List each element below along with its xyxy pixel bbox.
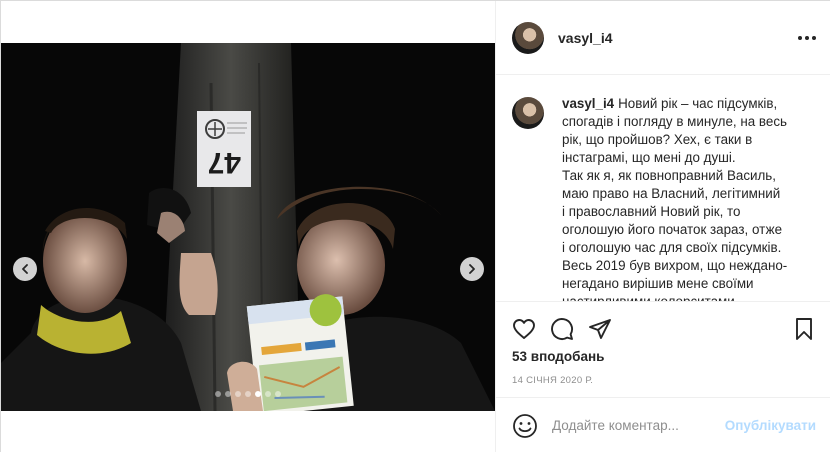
carousel-indicator — [1, 391, 495, 397]
more-options-icon[interactable] — [798, 30, 816, 46]
chevron-left-icon — [22, 264, 28, 274]
instagram-post: 47 vasyl_i4 vasyl_i4 Новий рік – час під… — [0, 0, 830, 452]
smiley-icon — [513, 413, 537, 438]
caption-line: Весь 2019 був вихром, що неждано- — [562, 258, 788, 273]
post-actions — [496, 301, 830, 355]
carousel-prev-button[interactable] — [13, 257, 37, 281]
chevron-right-icon — [469, 264, 475, 274]
author-username[interactable]: vasyl_i4 — [558, 30, 613, 46]
post-media: 47 — [1, 1, 495, 452]
caption-line: маю право на Власний, легітимний — [562, 186, 781, 201]
caption-text: vasyl_i4 Новий рік – час підсумків, спога… — [562, 95, 816, 301]
caption-line: настирливими колорситами — [562, 293, 816, 301]
caption-line: інстаграмі, що мені до душі. — [562, 150, 736, 165]
share-button[interactable] — [588, 317, 612, 341]
comment-button[interactable] — [550, 317, 574, 341]
caption-area[interactable]: vasyl_i4 Новий рік – час підсумків, спога… — [496, 75, 830, 301]
caption-line: спогадів і погляду в минуле, на весь — [562, 114, 787, 129]
caption-line: і православний Новий рік, то — [562, 204, 741, 219]
like-button[interactable] — [512, 317, 536, 341]
post-sidebar: vasyl_i4 vasyl_i4 Новий рік – час підсумк… — [495, 1, 830, 452]
caption-avatar[interactable] — [512, 97, 544, 129]
post-photo[interactable]: 47 — [1, 43, 495, 411]
comment-input[interactable] — [552, 418, 722, 433]
carousel-dot — [235, 391, 241, 397]
paper-plane-icon — [589, 318, 611, 339]
caption-line: і оголошую час для своїх підсумків. — [562, 240, 782, 255]
caption-line: Так як я, як повноправний Василь, — [562, 168, 777, 183]
post-date[interactable]: 14 січня 2020 р. — [512, 375, 593, 386]
comment-form: Опублікувати — [496, 397, 830, 452]
heart-icon — [513, 318, 535, 339]
caption-line: оголошую його початок зараз, отже — [562, 222, 783, 237]
publish-comment-button[interactable]: Опублікувати — [725, 418, 816, 433]
avatar[interactable] — [512, 21, 544, 54]
carousel-dot — [265, 391, 271, 397]
comment-icon — [551, 317, 573, 340]
carousel-dot — [255, 391, 261, 397]
save-button[interactable] — [792, 317, 816, 341]
bookmark-icon — [796, 317, 812, 340]
carousel-dot — [225, 391, 231, 397]
post-header: vasyl_i4 — [496, 1, 830, 75]
night-forest-selfie-image: 47 — [1, 43, 495, 411]
emoji-button[interactable] — [512, 413, 538, 439]
sign-number: 47 — [208, 146, 241, 179]
caption-username[interactable]: vasyl_i4 — [562, 96, 614, 111]
caption-comment: vasyl_i4 Новий рік – час підсумків, спога… — [512, 95, 816, 301]
caption-line: Новий рік – час підсумків, — [618, 96, 778, 111]
carousel-next-button[interactable] — [460, 257, 484, 281]
carousel-dot — [275, 391, 281, 397]
carousel-dot — [245, 391, 251, 397]
carousel-dot — [215, 391, 221, 397]
caption-line: рік, що пройшов? Хех, є таки в — [562, 132, 753, 147]
likes-count[interactable]: 53 вподобань — [512, 349, 604, 364]
caption-line: негадано вирішив мене своїми — [562, 276, 754, 291]
